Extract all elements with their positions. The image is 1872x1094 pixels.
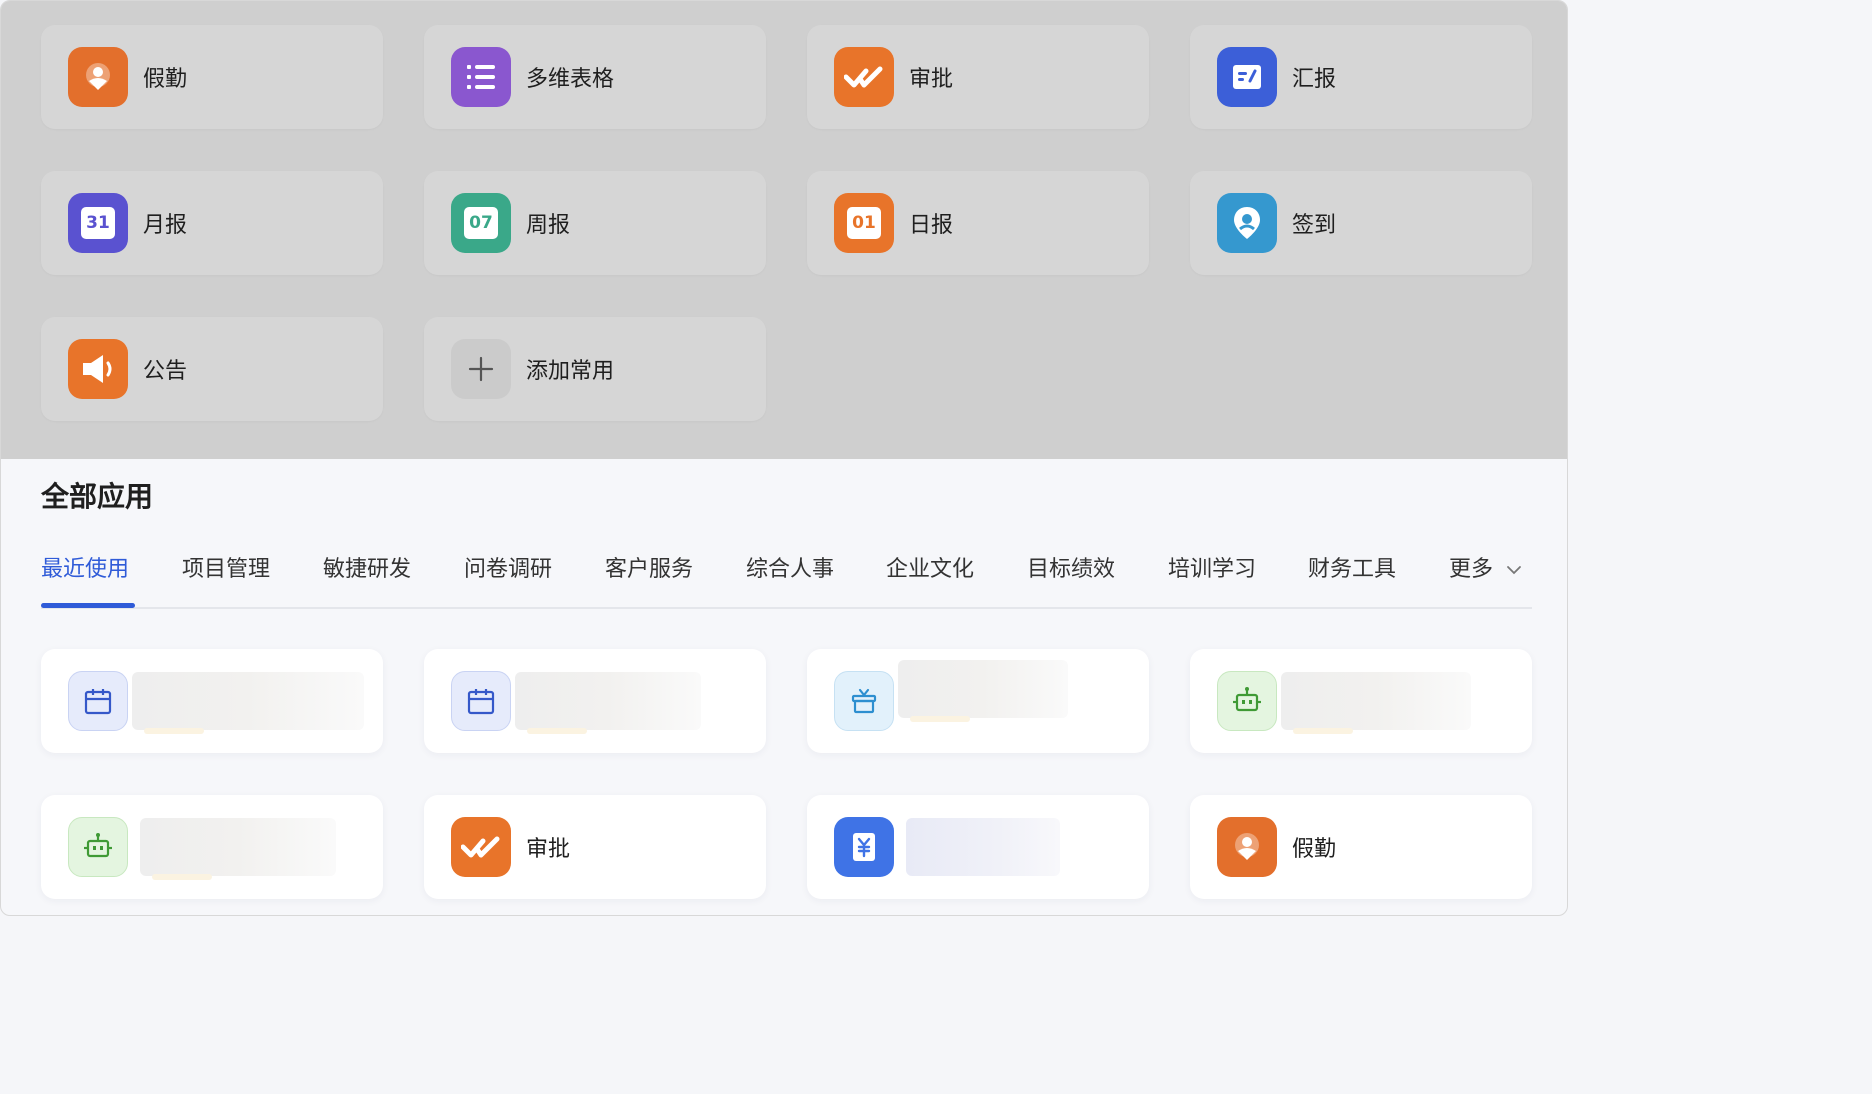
- app-label: 月报: [143, 213, 188, 238]
- common-app-card[interactable]: 多维表格: [424, 25, 766, 129]
- app-label: 添加常用: [526, 359, 615, 384]
- calendar-01-icon: 01: [834, 193, 894, 253]
- recent-app-card[interactable]: [807, 795, 1149, 899]
- tab-customer-service[interactable]: 客户服务: [605, 551, 693, 583]
- common-app-card[interactable]: 签到: [1190, 171, 1532, 275]
- double-check-icon: [451, 817, 511, 877]
- tab-training[interactable]: 培训学习: [1168, 551, 1256, 583]
- tab-survey[interactable]: 问卷调研: [464, 551, 552, 583]
- common-app-card[interactable]: 07 周报: [424, 171, 766, 275]
- app-label: 假勤: [1292, 837, 1337, 862]
- app-label: 汇报: [1292, 67, 1337, 92]
- category-tabs: 最近使用 项目管理 敏捷研发 问卷调研 客户服务 综合人事 企业文化 目标绩效 …: [41, 545, 1532, 609]
- calendar-badge: 31: [81, 207, 115, 239]
- common-app-card[interactable]: 假勤: [41, 25, 383, 129]
- tab-more-label: 更多: [1449, 557, 1494, 582]
- tab-recent[interactable]: 最近使用: [41, 551, 129, 583]
- common-app-card[interactable]: 审批: [807, 25, 1149, 129]
- common-app-card[interactable]: 汇报: [1190, 25, 1532, 129]
- person-location-icon: [68, 47, 128, 107]
- calendar-icon: [68, 671, 128, 731]
- recent-app-card[interactable]: [424, 649, 766, 753]
- robot-icon: [68, 817, 128, 877]
- calendar-badge: 07: [464, 207, 498, 239]
- common-app-card[interactable]: 01 日报: [807, 171, 1149, 275]
- calendar-badge: 01: [847, 207, 881, 239]
- tab-more[interactable]: 更多: [1449, 551, 1522, 583]
- calendar-icon: [451, 671, 511, 731]
- megaphone-icon: [68, 339, 128, 399]
- tab-goals-performance[interactable]: 目标绩效: [1027, 551, 1115, 583]
- person-location-icon: [1217, 817, 1277, 877]
- common-app-card[interactable]: 31 月报: [41, 171, 383, 275]
- recent-app-card[interactable]: [41, 649, 383, 753]
- app-label: 审批: [526, 837, 571, 862]
- location-pin-icon: [1217, 193, 1277, 253]
- app-label: 多维表格: [526, 67, 615, 92]
- recent-app-card[interactable]: [1190, 649, 1532, 753]
- common-app-card[interactable]: 公告: [41, 317, 383, 421]
- calendar-07-icon: 07: [451, 193, 511, 253]
- chevron-down-icon: [1507, 566, 1521, 575]
- recent-app-card[interactable]: [807, 649, 1149, 753]
- tab-corporate-culture[interactable]: 企业文化: [886, 551, 974, 583]
- app-label: 周报: [526, 213, 571, 238]
- recent-app-card[interactable]: [41, 795, 383, 899]
- report-note-icon: [1217, 47, 1277, 107]
- app-center-window: 假勤 多维表格 审批 汇报 31 月报 07 周报 01 日报 签到 公告 添加…: [0, 0, 1568, 916]
- double-check-icon: [834, 47, 894, 107]
- list-icon: [451, 47, 511, 107]
- recent-app-card[interactable]: 假勤: [1190, 795, 1532, 899]
- tab-project-management[interactable]: 项目管理: [182, 551, 270, 583]
- robot-icon: [1217, 671, 1277, 731]
- blurred-app-name: [906, 818, 1060, 876]
- blurred-app-name: [132, 672, 364, 734]
- tab-agile-dev[interactable]: 敏捷研发: [323, 551, 411, 583]
- add-common-app-button[interactable]: 添加常用: [424, 317, 766, 421]
- plus-icon: [451, 339, 511, 399]
- calendar-31-icon: 31: [68, 193, 128, 253]
- blurred-app-name: [1281, 672, 1471, 734]
- app-label: 假勤: [143, 67, 188, 92]
- app-label: 日报: [909, 213, 954, 238]
- app-label: 签到: [1292, 213, 1337, 238]
- active-tab-indicator: [41, 603, 135, 608]
- common-apps-area: 假勤 多维表格 审批 汇报 31 月报 07 周报 01 日报 签到 公告 添加…: [1, 1, 1567, 459]
- app-label: 审批: [909, 67, 954, 92]
- app-label: 公告: [143, 359, 188, 384]
- blurred-app-name: [515, 672, 701, 734]
- recent-app-card[interactable]: 审批: [424, 795, 766, 899]
- tab-finance-tools[interactable]: 财务工具: [1308, 551, 1396, 583]
- blurred-app-name: [140, 818, 336, 880]
- tab-hr[interactable]: 综合人事: [746, 551, 834, 583]
- gift-box-icon: [834, 671, 894, 731]
- section-title: 全部应用: [41, 480, 154, 513]
- yuan-document-icon: [834, 817, 894, 877]
- blurred-app-name: [898, 660, 1068, 722]
